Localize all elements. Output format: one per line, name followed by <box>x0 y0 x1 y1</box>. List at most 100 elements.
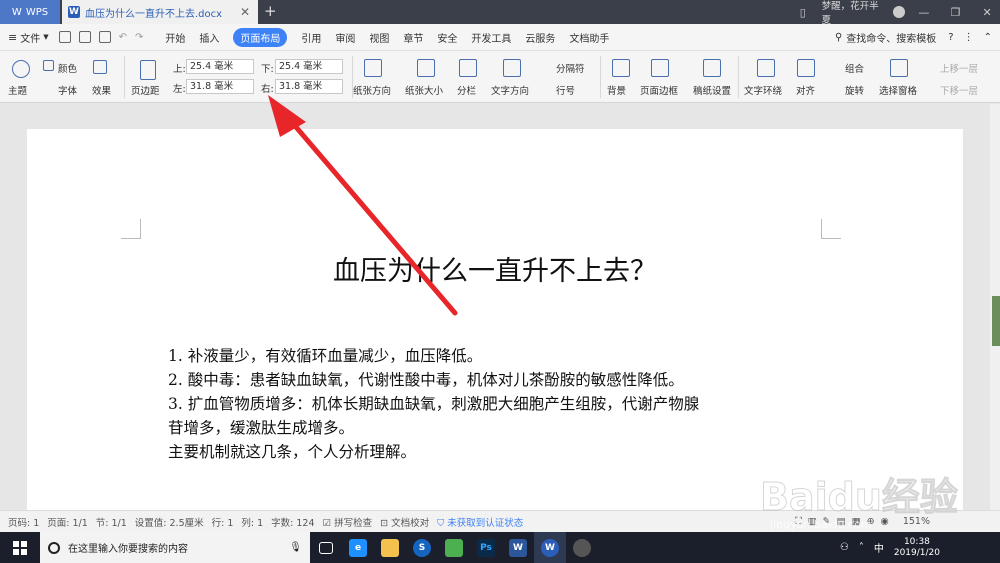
document-line[interactable]: 1. 补液量少，有效循环血量减少，血压降低。 <box>168 344 482 366</box>
colors-icon[interactable] <box>43 60 54 71</box>
bring-forward-button[interactable]: 上移一层 <box>940 61 978 75</box>
document-tab[interactable]: W 血压为什么一直升不上去.docx ✕ <box>62 0 258 24</box>
status-page-number[interactable]: 页码: 1 <box>8 515 39 529</box>
breaks-button[interactable]: 分隔符 <box>556 61 585 75</box>
document-line[interactable]: 3. 扩血管物质增多：机体长期缺血缺氧，刺激肥大细胞产生组胺，代谢产物腺 <box>168 392 699 414</box>
theme-button[interactable]: 主题 <box>8 83 27 97</box>
status-column[interactable]: 列: 1 <box>241 515 263 529</box>
effects-icon[interactable] <box>93 60 107 74</box>
clock[interactable]: 10:38 2019/1/20 <box>894 537 940 559</box>
avatar[interactable] <box>893 6 906 18</box>
redo-icon[interactable]: ↷ <box>135 32 143 43</box>
manuscript-icon[interactable] <box>703 59 721 77</box>
document-canvas[interactable]: 血压为什么一直升不上去？ 1. 补液量少，有效循环血量减少，血压降低。 2. 酸… <box>0 104 990 510</box>
status-row[interactable]: 行: 1 <box>212 515 234 529</box>
proofread-button[interactable]: ⊡ 文档校对 <box>380 515 429 529</box>
save-icon[interactable] <box>58 31 71 43</box>
bottom-margin-input[interactable]: 25.4 毫米 <box>275 59 343 74</box>
paper-size-icon[interactable] <box>417 59 435 77</box>
word-icon[interactable]: W <box>502 532 534 563</box>
tab-cloud[interactable]: 云服务 <box>525 30 555 45</box>
top-margin-input[interactable]: 25.4 毫米 <box>186 59 254 74</box>
edge-icon[interactable]: e <box>342 532 374 563</box>
paper-size-button[interactable]: 纸张大小 <box>405 83 443 97</box>
command-search[interactable]: ⚲ 查找命令、搜索模板 ? ⋮ ⌃ <box>835 30 992 45</box>
document-line[interactable]: 苷增多，缓激肽生成增多。 <box>168 416 354 438</box>
undo-icon[interactable]: ↶ <box>119 32 127 43</box>
tab-start[interactable]: 开始 <box>165 30 185 45</box>
file-explorer-icon[interactable] <box>374 532 406 563</box>
columns-button[interactable]: 分栏 <box>457 83 476 97</box>
status-section[interactable]: 节: 1/1 <box>96 515 127 529</box>
print-preview-icon[interactable] <box>98 31 111 43</box>
left-margin-input[interactable]: 31.8 毫米 <box>186 79 254 94</box>
orientation-icon[interactable] <box>364 59 382 77</box>
wps-taskbar-icon[interactable]: W <box>534 532 566 563</box>
tab-developer[interactable]: 开发工具 <box>471 30 511 45</box>
tab-insert[interactable]: 插入 <box>199 30 219 45</box>
background-button[interactable]: 背景 <box>607 83 626 97</box>
vertical-scrollbar[interactable] <box>990 104 1000 510</box>
minimize-icon[interactable]: — <box>911 6 937 19</box>
selection-pane-button[interactable]: 选择窗格 <box>879 83 917 97</box>
help-icon[interactable]: ? <box>948 32 953 43</box>
margins-button[interactable]: 页边距 <box>131 83 160 97</box>
tray-overflow-icon[interactable]: ˄ <box>859 542 864 553</box>
people-icon[interactable]: ⚇ <box>840 542 849 553</box>
window-mode-icon[interactable]: ▯ <box>790 6 816 19</box>
line-numbers-button[interactable]: 行号 <box>556 83 575 97</box>
status-position[interactable]: 设置值: 2.5厘米 <box>135 515 204 529</box>
close-tab-icon[interactable]: ✕ <box>240 5 250 19</box>
colors-button[interactable]: 颜色 <box>58 61 77 75</box>
status-word-count[interactable]: 字数: 124 <box>271 515 314 529</box>
send-backward-button[interactable]: 下移一层 <box>940 83 978 97</box>
cert-status[interactable]: ⛉ 未获取到认证状态 <box>437 515 523 529</box>
tab-assistant[interactable]: 文档助手 <box>569 30 609 45</box>
selection-pane-icon[interactable] <box>890 59 908 77</box>
maximize-icon[interactable]: ❐ <box>943 6 969 19</box>
photoshop-icon[interactable]: Ps <box>470 532 502 563</box>
tab-review[interactable]: 审阅 <box>335 30 355 45</box>
microphone-icon[interactable]: 🎙 <box>289 542 302 553</box>
page-border-icon[interactable] <box>651 59 669 77</box>
print-icon[interactable] <box>78 31 91 43</box>
background-icon[interactable] <box>612 59 630 77</box>
user-app-icon[interactable] <box>566 532 598 563</box>
scrollbar-thumb[interactable] <box>992 296 1000 346</box>
document-title[interactable]: 血压为什么一直升不上去？ <box>27 249 963 288</box>
columns-icon[interactable] <box>459 59 477 77</box>
sogou-icon[interactable]: S <box>406 532 438 563</box>
taskbar-search[interactable]: 在这里输入你要搜索的内容 🎙 <box>40 532 310 563</box>
document-line[interactable]: 主要机制就这几条，个人分析理解。 <box>168 440 416 462</box>
rotate-button[interactable]: 旋转 <box>845 83 864 97</box>
document-line[interactable]: 2. 酸中毒：患者缺血缺氧，代谢性酸中毒，机体对儿茶酚胺的敏感性降低。 <box>168 368 684 390</box>
tab-security[interactable]: 安全 <box>437 30 457 45</box>
align-button[interactable]: 对齐 <box>796 83 815 97</box>
group-button[interactable]: 组合 <box>845 61 864 75</box>
collapse-ribbon-icon[interactable]: ⌃ <box>984 32 992 43</box>
fonts-button[interactable]: 字体 <box>58 83 77 97</box>
new-tab-button[interactable]: + <box>264 2 277 20</box>
text-wrap-icon[interactable] <box>757 59 775 77</box>
task-view-icon[interactable] <box>310 532 342 563</box>
spell-check-button[interactable]: ☑ 拼写检查 <box>323 515 373 529</box>
margins-icon[interactable] <box>140 60 156 80</box>
tab-references[interactable]: 引用 <box>301 30 321 45</box>
effects-button[interactable]: 效果 <box>92 83 111 97</box>
theme-icon[interactable] <box>12 60 30 78</box>
page-border-button[interactable]: 页面边框 <box>640 83 678 97</box>
text-direction-icon[interactable] <box>503 59 521 77</box>
app-icon[interactable] <box>438 532 470 563</box>
align-icon[interactable] <box>797 59 815 77</box>
more-icon[interactable]: ⋮ <box>964 32 974 43</box>
text-direction-button[interactable]: 文字方向 <box>491 83 529 97</box>
start-button[interactable] <box>0 532 40 563</box>
user-name[interactable]: 梦醒，花开半夏 <box>822 0 888 26</box>
close-window-icon[interactable]: ✕ <box>974 6 1000 19</box>
wps-home-button[interactable]: W WPS <box>0 0 60 24</box>
document-page[interactable]: 血压为什么一直升不上去？ 1. 补液量少，有效循环血量减少，血压降低。 2. 酸… <box>27 129 963 510</box>
manuscript-button[interactable]: 稿纸设置 <box>693 83 731 97</box>
text-wrap-button[interactable]: 文字环绕 <box>744 83 782 97</box>
orientation-button[interactable]: 纸张方向 <box>353 83 391 97</box>
right-margin-input[interactable]: 31.8 毫米 <box>275 79 343 94</box>
